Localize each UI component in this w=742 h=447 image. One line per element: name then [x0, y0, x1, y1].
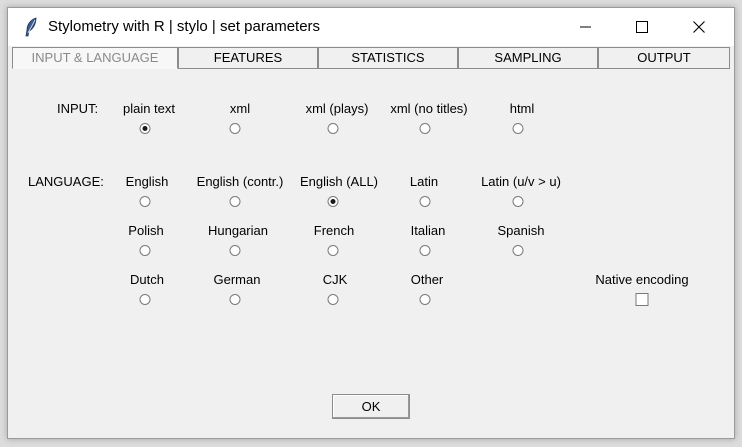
language-option-german-radio[interactable]	[229, 294, 241, 305]
input-row-label: INPUT:	[57, 101, 99, 116]
language-option-english-all-radio[interactable]	[327, 196, 339, 207]
language-option-english-all-label: English (ALL)	[299, 174, 379, 189]
native-encoding-label: Native encoding	[595, 272, 689, 287]
language-option-english-radio[interactable]	[139, 196, 151, 207]
close-button[interactable]	[676, 8, 722, 46]
input-language-panel: INPUT: plain text xml xml (plays) xml (n…	[8, 70, 734, 438]
language-option-latin-radio[interactable]	[419, 196, 431, 207]
feather-icon	[25, 17, 37, 37]
language-option-italian-label: Italian	[410, 223, 446, 238]
title-bar: Stylometry with R | stylo | set paramete…	[8, 8, 734, 46]
input-option-xml-no-titles-label: xml (no titles)	[390, 101, 468, 116]
language-option-latin-uv-label: Latin (u/v > u)	[481, 174, 561, 189]
input-option-xml-plays-radio[interactable]	[327, 123, 339, 134]
input-option-xml-no-titles-radio[interactable]	[419, 123, 431, 134]
language-option-french-radio[interactable]	[327, 245, 339, 256]
tab-input-language[interactable]: INPUT & LANGUAGE	[12, 47, 178, 69]
input-option-xml-plays-label: xml (plays)	[305, 101, 369, 116]
tab-statistics[interactable]: STATISTICS	[318, 47, 458, 69]
language-option-cjk-label: CJK	[322, 272, 348, 287]
tab-features[interactable]: FEATURES	[178, 47, 318, 69]
language-option-other-radio[interactable]	[419, 294, 431, 305]
ok-button[interactable]: OK	[332, 394, 410, 419]
language-option-latin-uv-radio[interactable]	[512, 196, 524, 207]
input-option-plain-text-label: plain text	[122, 101, 176, 116]
language-option-italian-radio[interactable]	[419, 245, 431, 256]
language-option-english-contr-radio[interactable]	[229, 196, 241, 207]
language-option-dutch-radio[interactable]	[139, 294, 151, 305]
window-title: Stylometry with R | stylo | set paramete…	[48, 18, 321, 35]
language-row-label: LANGUAGE:	[28, 174, 104, 189]
language-option-hungarian-radio[interactable]	[229, 245, 241, 256]
language-option-spanish-label: Spanish	[497, 223, 545, 238]
input-option-html-radio[interactable]	[512, 123, 524, 134]
input-option-html-label: html	[509, 101, 535, 116]
maximize-icon	[636, 21, 648, 33]
close-icon	[693, 21, 705, 33]
language-option-spanish-radio[interactable]	[512, 245, 524, 256]
input-option-xml-label: xml	[229, 101, 251, 116]
native-encoding-checkbox[interactable]	[635, 293, 649, 306]
language-option-hungarian-label: Hungarian	[208, 223, 268, 238]
minimize-button[interactable]	[563, 8, 609, 46]
input-option-xml-radio[interactable]	[229, 123, 241, 134]
tab-sampling[interactable]: SAMPLING	[458, 47, 598, 69]
language-option-english-contr-label: English (contr.)	[196, 174, 284, 189]
maximize-button[interactable]	[619, 8, 665, 46]
input-option-plain-text-radio[interactable]	[139, 123, 151, 134]
language-option-english-label: English	[125, 174, 169, 189]
minimize-icon	[580, 26, 591, 28]
language-option-polish-radio[interactable]	[139, 245, 151, 256]
language-option-other-label: Other	[410, 272, 444, 287]
language-option-polish-label: Polish	[128, 223, 164, 238]
tab-output[interactable]: OUTPUT	[598, 47, 730, 69]
language-option-latin-label: Latin	[409, 174, 439, 189]
language-option-cjk-radio[interactable]	[327, 294, 339, 305]
language-option-german-label: German	[213, 272, 261, 287]
window: Stylometry with R | stylo | set paramete…	[7, 7, 735, 439]
tab-bar: INPUT & LANGUAGE FEATURES STATISTICS SAM…	[12, 47, 730, 69]
language-option-french-label: French	[313, 223, 355, 238]
language-option-dutch-label: Dutch	[130, 272, 164, 287]
